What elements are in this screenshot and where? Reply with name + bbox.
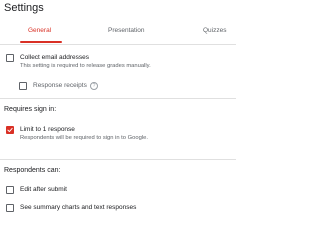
help-circle-icon[interactable]: ? [90,82,98,90]
tab-presentation[interactable]: Presentation [108,27,145,34]
section-divider [0,159,236,160]
limit-one-response-label: Limit to 1 response [20,126,75,133]
see-summary-label: See summary charts and text responses [20,204,137,211]
respondents-can-heading: Respondents can: [4,167,61,174]
tab-general[interactable]: General [28,27,51,34]
collect-email-label: Collect email addresses [20,54,90,61]
response-receipts-label: Response receipts [33,82,87,89]
tab-bar: General Presentation Quizzes [0,24,236,44]
see-summary-checkbox[interactable] [6,204,14,212]
check-icon [7,127,13,133]
collect-email-checkbox[interactable] [6,54,14,62]
page-title: Settings [4,2,44,14]
edit-after-submit-checkbox[interactable] [6,186,14,194]
edit-after-submit-label: Edit after submit [20,186,67,193]
tab-quizzes[interactable]: Quizzes [203,27,226,34]
response-receipts-checkbox[interactable] [19,82,27,90]
section-divider [0,98,236,99]
active-tab-indicator [20,41,62,43]
limit-one-response-checkbox[interactable] [6,126,14,134]
limit-one-response-description: Respondents will be required to sign in … [20,135,148,141]
requires-sign-in-heading: Requires sign in: [4,106,57,113]
collect-email-description: This setting is required to release grad… [20,63,151,69]
tabs-divider [0,44,236,45]
